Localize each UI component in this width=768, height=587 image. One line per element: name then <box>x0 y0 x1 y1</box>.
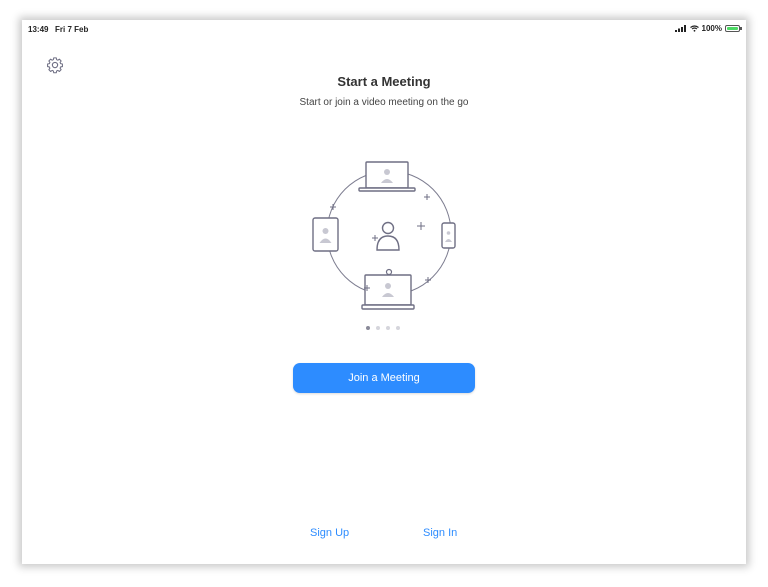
battery-percentage: 100% <box>701 24 722 33</box>
meeting-devices-illustration <box>312 161 456 310</box>
carousel-dot-3[interactable] <box>386 326 390 330</box>
conference-screen-icon <box>361 268 415 310</box>
status-bar: 13:49 Fri 7 Feb 100% <box>22 20 746 38</box>
tablet-icon <box>312 217 339 252</box>
sign-in-link[interactable]: Sign In <box>423 527 457 539</box>
status-indicators: 100% <box>674 24 742 33</box>
join-meeting-button[interactable]: Join a Meeting <box>293 363 475 393</box>
carousel-dot-4[interactable] <box>396 326 400 330</box>
sign-up-link[interactable]: Sign Up <box>310 527 349 539</box>
gear-icon <box>47 57 63 74</box>
page-title: Start a Meeting <box>337 74 431 89</box>
carousel-dot-1[interactable] <box>366 326 370 330</box>
settings-button[interactable] <box>46 56 64 74</box>
wifi-icon <box>689 25 699 32</box>
app-window: 13:49 Fri 7 Feb 100% Start a Meeting Sta… <box>22 20 746 564</box>
carousel-page-indicator[interactable] <box>366 326 400 330</box>
carousel-dot-2[interactable] <box>376 326 380 330</box>
laptop-icon <box>358 161 416 192</box>
page-subtitle: Start or join a video meeting on the go <box>299 97 469 108</box>
signal-icon <box>674 25 686 32</box>
status-date: Fri 7 Feb <box>55 25 89 34</box>
phone-icon <box>441 222 456 249</box>
battery-icon <box>725 25 742 32</box>
user-icon <box>376 221 400 251</box>
status-time: 13:49 <box>28 25 49 34</box>
